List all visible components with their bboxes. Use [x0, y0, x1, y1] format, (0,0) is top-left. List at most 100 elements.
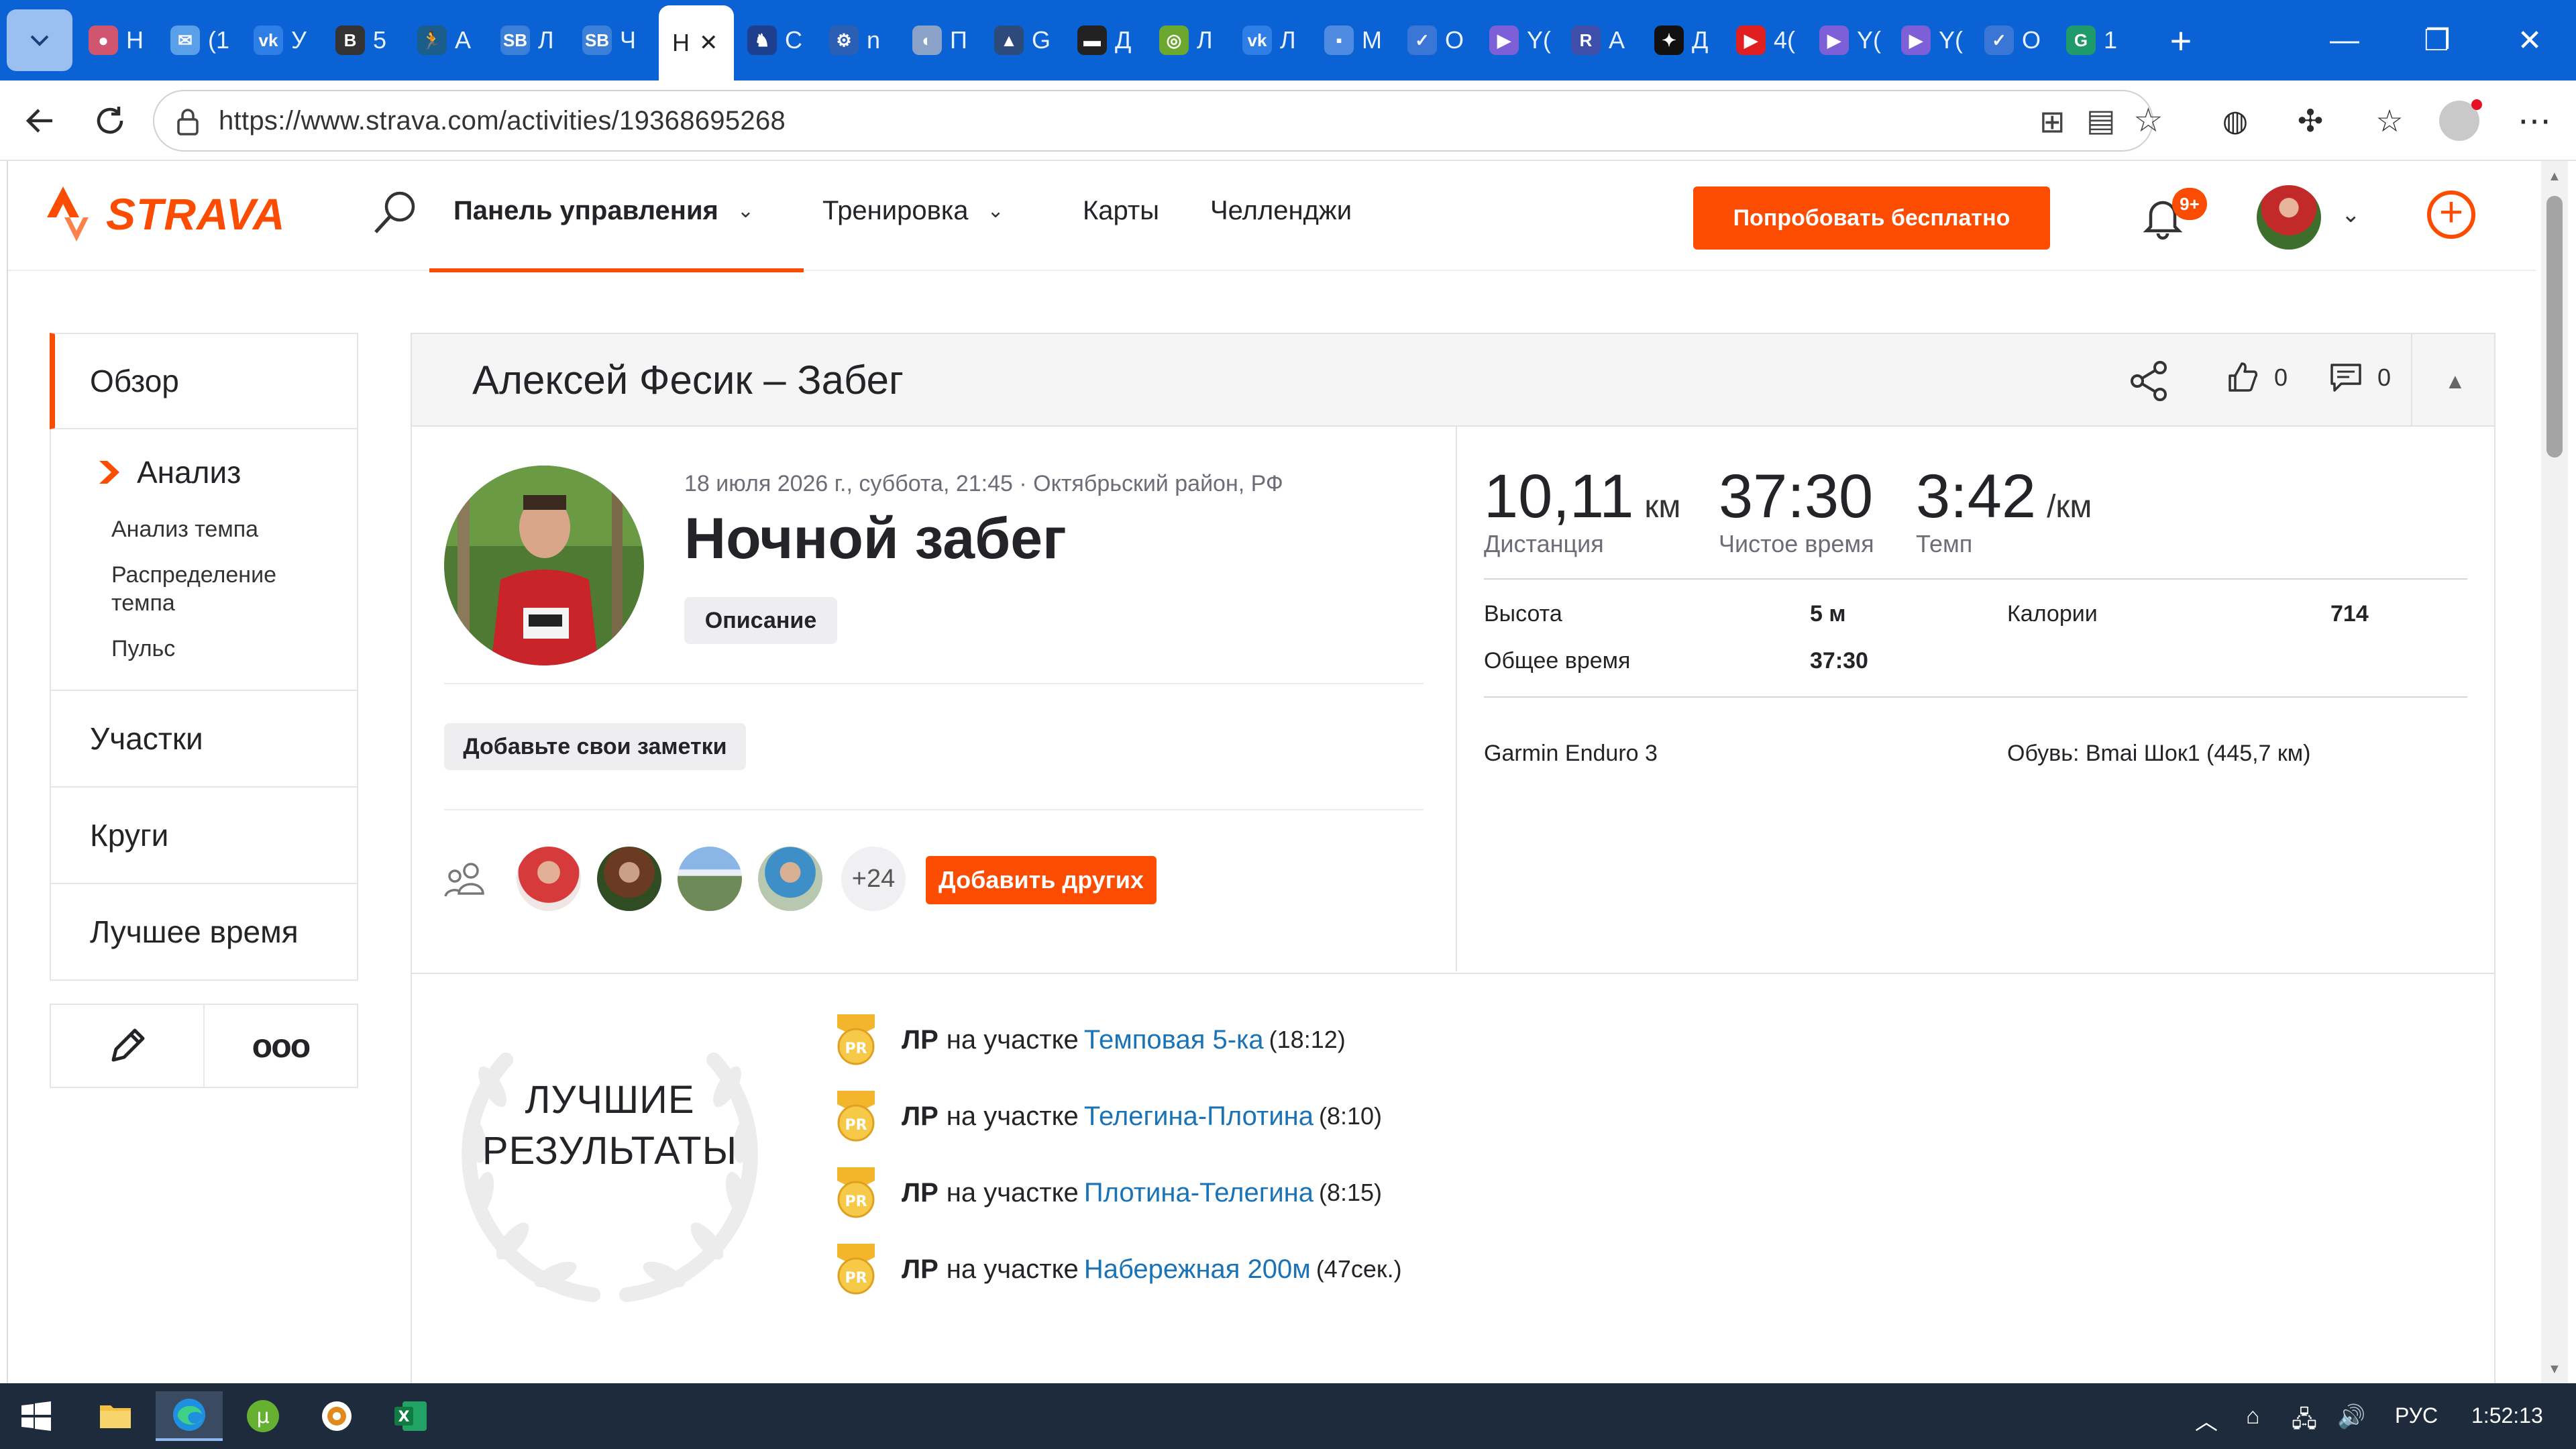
nav-training[interactable]: Тренировка ⌄	[822, 196, 1004, 226]
strava-logo[interactable]: STRAVA	[47, 186, 286, 241]
back-icon[interactable]	[13, 94, 67, 148]
more-actions-button[interactable]: ooo	[205, 1004, 358, 1088]
scroll-thumb[interactable]	[2546, 196, 2563, 458]
kudos-button[interactable]: 0	[2226, 361, 2288, 394]
app-circle-icon[interactable]	[303, 1391, 370, 1441]
browser-tab[interactable]: ◎ Л	[1159, 12, 1233, 68]
tab-close-icon[interactable]: ✕	[699, 30, 718, 56]
browser-tab[interactable]: ● Н	[89, 12, 162, 68]
tab-favicon-icon: vk	[254, 25, 283, 55]
athlete-avatar[interactable]	[517, 847, 581, 911]
sidebar-item-best-efforts[interactable]: Лучшее время	[50, 884, 358, 981]
comments-button[interactable]: 0	[2329, 361, 2391, 394]
scroll-down-icon[interactable]: ▼	[2548, 1362, 2561, 1377]
chevron-down-icon[interactable]: ⌄	[2341, 201, 2361, 228]
browser-tab[interactable]: ✦ Д	[1654, 12, 1728, 68]
browser-tab[interactable]: ♞ С	[747, 12, 821, 68]
split-screen-icon[interactable]: ⊞	[2039, 103, 2065, 140]
segment-link[interactable]: Телегина-Плотина	[1084, 1102, 1313, 1132]
athlete-avatar[interactable]	[758, 847, 822, 911]
volume-icon[interactable]: 🔊	[2337, 1403, 2365, 1430]
browser-menu-icon[interactable]: ⋯	[2508, 94, 2561, 148]
browser-tab[interactable]: ▲ G	[994, 12, 1068, 68]
browser-tab[interactable]: ▶ Y(	[1901, 12, 1975, 68]
try-free-button[interactable]: Попробовать бесплатно	[1693, 186, 2050, 250]
clock[interactable]: 1:52:13	[2471, 1403, 2543, 1428]
browser-tab[interactable]: ▪ М	[1324, 12, 1398, 68]
tab-active[interactable]: Н ✕	[659, 5, 734, 80]
add-others-button[interactable]: Добавить других	[926, 856, 1157, 904]
file-explorer-icon[interactable]	[82, 1391, 149, 1441]
reader-view-icon[interactable]: ▤	[2086, 102, 2115, 138]
user-avatar[interactable]	[2257, 185, 2321, 250]
nav-dashboard[interactable]: Панель управления ⌄	[453, 196, 754, 226]
tab-title: n	[867, 26, 881, 54]
browser-tab[interactable]: ✓ О	[1407, 12, 1481, 68]
browser-tab[interactable]: ▶ Y(	[1819, 12, 1893, 68]
sidebar-analysis-link[interactable]: Распределение темпа	[51, 561, 276, 617]
network-icon[interactable]: 🖧	[2292, 1403, 2317, 1442]
description-button[interactable]: Описание	[684, 597, 837, 644]
more-athletes-badge[interactable]: +24	[841, 847, 906, 911]
new-tab-button[interactable]: +	[2135, 0, 2227, 80]
browser-tab[interactable]: ✉ (1	[170, 12, 244, 68]
collapse-icon[interactable]: ▲	[2445, 369, 2466, 394]
athlete-avatar[interactable]	[678, 847, 742, 911]
language-indicator[interactable]: РУС	[2395, 1403, 2438, 1428]
add-notes-button[interactable]: Добавьте свои заметки	[444, 723, 746, 770]
athlete-avatar[interactable]	[444, 466, 644, 665]
sidebar-analysis-link[interactable]: Пульс	[51, 635, 357, 663]
sidebar-item-overview[interactable]: Обзор	[50, 333, 358, 429]
tray-camera-icon[interactable]: ⌂	[2246, 1403, 2260, 1430]
search-icon[interactable]	[370, 188, 420, 237]
minimize-button[interactable]: —	[2298, 0, 2391, 80]
nav-maps[interactable]: Карты	[1083, 196, 1159, 226]
sidebar-item-analysis[interactable]: Анализ	[51, 447, 357, 498]
nav-challenges[interactable]: Челленджи	[1210, 196, 1352, 226]
page-scrollbar[interactable]: ▲ ▼	[2541, 161, 2568, 1383]
favorite-star-icon[interactable]: ☆	[2133, 101, 2163, 140]
browser-tab[interactable]: ✓ О	[1984, 12, 2058, 68]
browser-tab[interactable]: ⚙ n	[829, 12, 903, 68]
edit-activity-button[interactable]	[50, 1004, 205, 1088]
sidebar-analysis-link[interactable]: Анализ темпа	[51, 515, 357, 543]
edge-browser-icon[interactable]	[156, 1391, 223, 1441]
browser-tab[interactable]: ▶ Y(	[1489, 12, 1563, 68]
browser-tab[interactable]: SB Ч	[582, 12, 656, 68]
tray-overflow-icon[interactable]: ︿	[2195, 1403, 2218, 1436]
browser-tab[interactable]: ▶ 4(	[1736, 12, 1810, 68]
athlete-avatar[interactable]	[597, 847, 661, 911]
reload-icon[interactable]	[83, 94, 137, 148]
utorrent-icon[interactable]: µ	[229, 1391, 297, 1441]
nav-active-indicator	[429, 268, 804, 272]
lock-icon[interactable]	[174, 107, 201, 137]
browser-tab[interactable]: G1	[2066, 12, 2140, 68]
browser-tab[interactable]: SB Л	[500, 12, 574, 68]
address-input[interactable]: https://www.strava.com/activities/193686…	[153, 90, 2163, 152]
browser-tab[interactable]: vk У	[254, 12, 327, 68]
extensions-icon[interactable]: ✣	[2284, 94, 2337, 148]
browser-tab[interactable]: RА	[1571, 12, 1645, 68]
favorites-list-icon[interactable]: ☆	[2363, 94, 2416, 148]
excel-icon[interactable]: X	[377, 1391, 444, 1441]
tab-actions-menu[interactable]	[7, 9, 72, 71]
profile-icon[interactable]	[2432, 94, 2486, 148]
browser-tab[interactable]: ◐ П	[912, 12, 986, 68]
segment-link[interactable]: Плотина-Телегина	[1084, 1178, 1313, 1208]
share-icon[interactable]	[2128, 360, 2171, 402]
windows-start-icon[interactable]	[3, 1391, 70, 1441]
browser-tab[interactable]: B5	[335, 12, 409, 68]
create-plus-icon[interactable]: +	[2427, 191, 2475, 239]
sidebar-item-laps[interactable]: Круги	[50, 788, 358, 884]
browser-tab[interactable]: ▬ Д	[1077, 12, 1151, 68]
scroll-up-icon[interactable]: ▲	[2548, 169, 2561, 184]
extension-planet-icon[interactable]: ◍	[2208, 94, 2262, 148]
segment-link[interactable]: Набережная 200м	[1084, 1254, 1311, 1285]
browser-tab[interactable]: vk Л	[1242, 12, 1316, 68]
sidebar-item-segments[interactable]: Участки	[50, 691, 358, 788]
segment-link[interactable]: Темповая 5-ка	[1084, 1025, 1264, 1055]
close-window-button[interactable]: ✕	[2483, 0, 2576, 80]
browser-tab[interactable]: 🏃 А	[417, 12, 491, 68]
pace-label: Темп	[1916, 530, 1973, 557]
restore-button[interactable]: ❐	[2391, 0, 2483, 80]
